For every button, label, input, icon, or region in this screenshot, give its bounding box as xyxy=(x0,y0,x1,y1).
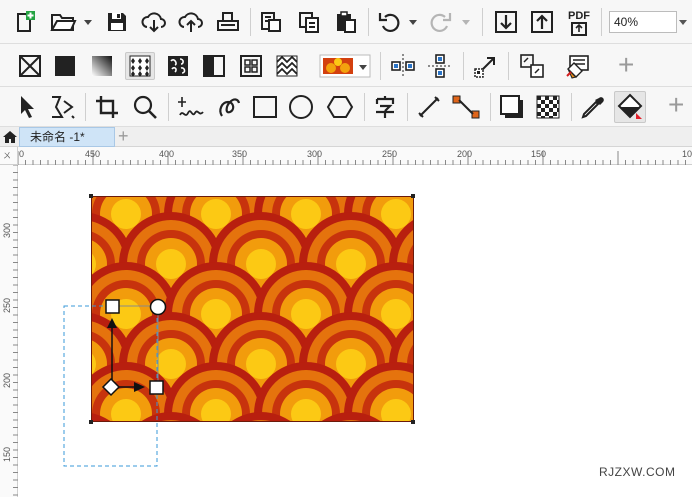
tab-document[interactable]: 未命名 -1* xyxy=(19,127,115,147)
postscript-fill-icon[interactable] xyxy=(201,53,227,79)
horizontal-ruler-ticks xyxy=(18,151,686,165)
zoom-tool-icon[interactable] xyxy=(131,93,159,121)
two-color-pattern-icon[interactable] xyxy=(238,53,264,79)
add-tool-icon[interactable]: + xyxy=(668,91,684,119)
export-icon[interactable] xyxy=(529,9,555,35)
artistic-media-icon[interactable] xyxy=(215,93,243,121)
new-document-icon[interactable] xyxy=(12,9,38,35)
watermark-text: RJZXW.COM xyxy=(599,465,676,479)
scale-with-object-icon[interactable] xyxy=(518,52,546,80)
polygon-tool-icon[interactable] xyxy=(325,93,355,121)
ruler-tick-label: 150 xyxy=(2,446,12,462)
ruler-tick-label: 0 xyxy=(19,149,25,159)
ruler-origin-label: ㄨ xyxy=(3,151,11,160)
import-icon[interactable] xyxy=(493,9,519,35)
texture-fill-icon[interactable] xyxy=(165,53,191,79)
crop-tool-icon[interactable] xyxy=(93,93,121,121)
ruler-tick-label: 250 xyxy=(382,149,398,159)
ruler-tick-label: 200 xyxy=(457,149,473,159)
eyedropper-icon[interactable] xyxy=(579,93,607,121)
ruler-origin[interactable]: ㄨ xyxy=(0,147,18,165)
ruler-tick-label: 400 xyxy=(159,149,175,159)
mirror-tile-vertical-icon[interactable] xyxy=(426,52,454,80)
horizontal-ruler[interactable]: 0 450 400 350 300 250 200 150 10 xyxy=(18,147,692,165)
redo-dropdown-icon[interactable] xyxy=(462,20,470,25)
add-toolbar-item-icon[interactable]: + xyxy=(618,51,634,79)
open-folder-icon[interactable] xyxy=(49,9,77,35)
add-document-tab-button[interactable]: + xyxy=(118,126,129,147)
ruler-tick-label: 200 xyxy=(2,372,12,388)
interactive-fill-icon[interactable] xyxy=(614,91,646,123)
edit-fill-icon[interactable] xyxy=(563,52,593,80)
transform-with-object-icon[interactable] xyxy=(472,52,500,80)
zoom-level-field[interactable]: 40% xyxy=(609,11,677,33)
transparency-icon[interactable] xyxy=(534,93,562,121)
paste-icon[interactable] xyxy=(333,9,359,35)
ruler-tick-label: 300 xyxy=(2,222,12,238)
undo-dropdown-icon[interactable] xyxy=(409,20,417,25)
toolbox: + xyxy=(0,87,692,127)
standard-toolbar: PDF 40% xyxy=(0,0,692,44)
mirror-tile-horizontal-icon[interactable] xyxy=(388,52,418,80)
vertical-ruler[interactable]: 300 250 200 150 xyxy=(0,165,18,497)
ellipse-tool-icon[interactable] xyxy=(287,93,315,121)
ruler-tick-label: 350 xyxy=(232,149,248,159)
pick-tool-icon[interactable] xyxy=(14,93,40,121)
drop-shadow-icon[interactable] xyxy=(498,93,526,121)
ruler-tick-label: 10 xyxy=(682,149,692,159)
pattern-swatch-icon[interactable] xyxy=(319,53,371,79)
freehand-tool-icon[interactable] xyxy=(175,93,207,121)
connector-tool-icon[interactable] xyxy=(451,93,481,121)
rectangle-tool-icon[interactable] xyxy=(251,93,279,121)
fountain-fill-icon[interactable] xyxy=(89,53,115,79)
vector-pattern-icon[interactable] xyxy=(274,53,300,79)
pdf-label: PDF xyxy=(568,10,590,22)
ruler-tick-label: 250 xyxy=(2,297,12,313)
home-icon[interactable] xyxy=(2,129,18,145)
open-dropdown-icon[interactable] xyxy=(84,20,92,25)
ruler-tick-label: 450 xyxy=(85,149,101,159)
save-icon[interactable] xyxy=(104,9,130,35)
redo-icon[interactable] xyxy=(426,9,454,35)
uniform-fill-icon[interactable] xyxy=(52,53,78,79)
pattern-fill-icon[interactable] xyxy=(125,52,155,80)
pattern-filled-rectangle[interactable] xyxy=(91,196,414,422)
parallel-dimension-icon[interactable] xyxy=(415,93,443,121)
no-fill-icon[interactable] xyxy=(17,53,43,79)
ruler-tick-label: 150 xyxy=(531,149,547,159)
ruler-tick-label: 300 xyxy=(307,149,323,159)
paste-format-icon[interactable] xyxy=(258,9,284,35)
document-tab-bar: 未命名 -1* + xyxy=(0,126,692,147)
print-icon[interactable] xyxy=(214,9,242,35)
cloud-download-icon[interactable] xyxy=(140,9,168,35)
property-bar: + xyxy=(0,44,692,87)
text-tool-icon[interactable] xyxy=(371,93,399,121)
cloud-upload-icon[interactable] xyxy=(177,9,205,35)
shape-tool-icon[interactable] xyxy=(47,93,77,121)
copy-icon[interactable] xyxy=(296,9,322,35)
undo-icon[interactable] xyxy=(376,9,404,35)
zoom-dropdown-icon[interactable] xyxy=(679,20,687,25)
